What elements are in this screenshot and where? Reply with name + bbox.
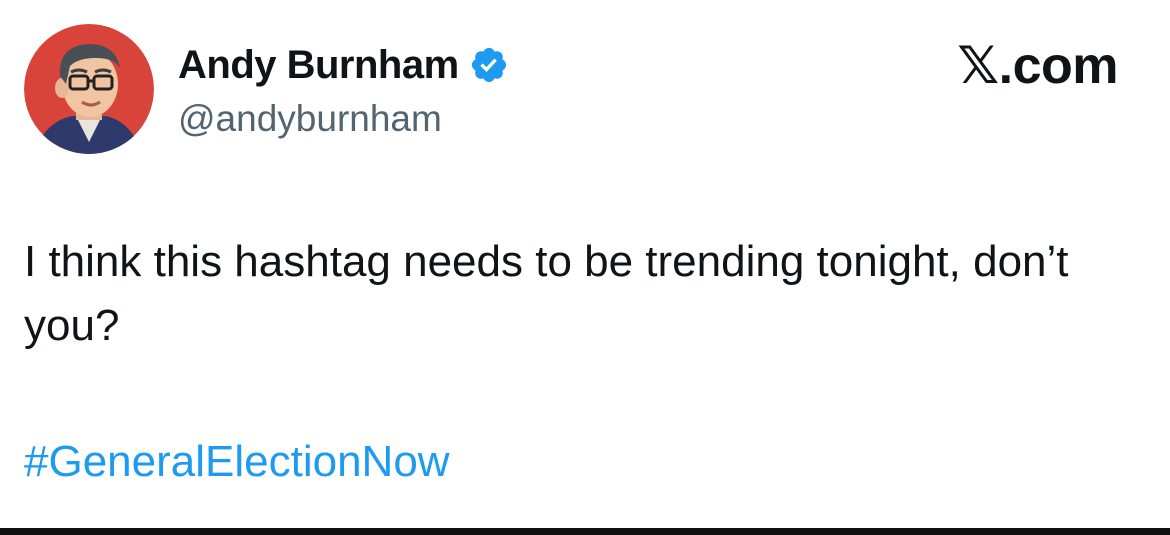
author-handle[interactable]: @andyburnham [178, 98, 442, 140]
tweet-card: Andy Burnham @andyburnham 𝕏.com I think … [0, 0, 1170, 528]
bottom-divider [0, 528, 1170, 535]
author-display-name[interactable]: Andy Burnham [178, 43, 459, 88]
cartoon-portrait-avatar-icon [24, 24, 154, 154]
verified-badge-icon [469, 45, 509, 85]
platform-label: 𝕏.com [957, 37, 1118, 95]
author-avatar[interactable] [24, 24, 154, 154]
hashtag-link[interactable]: #GeneralElectionNow [24, 437, 450, 487]
tweet-text: I think this hashtag needs to be trendin… [24, 237, 1069, 350]
author-name-row: Andy Burnham [178, 40, 509, 90]
